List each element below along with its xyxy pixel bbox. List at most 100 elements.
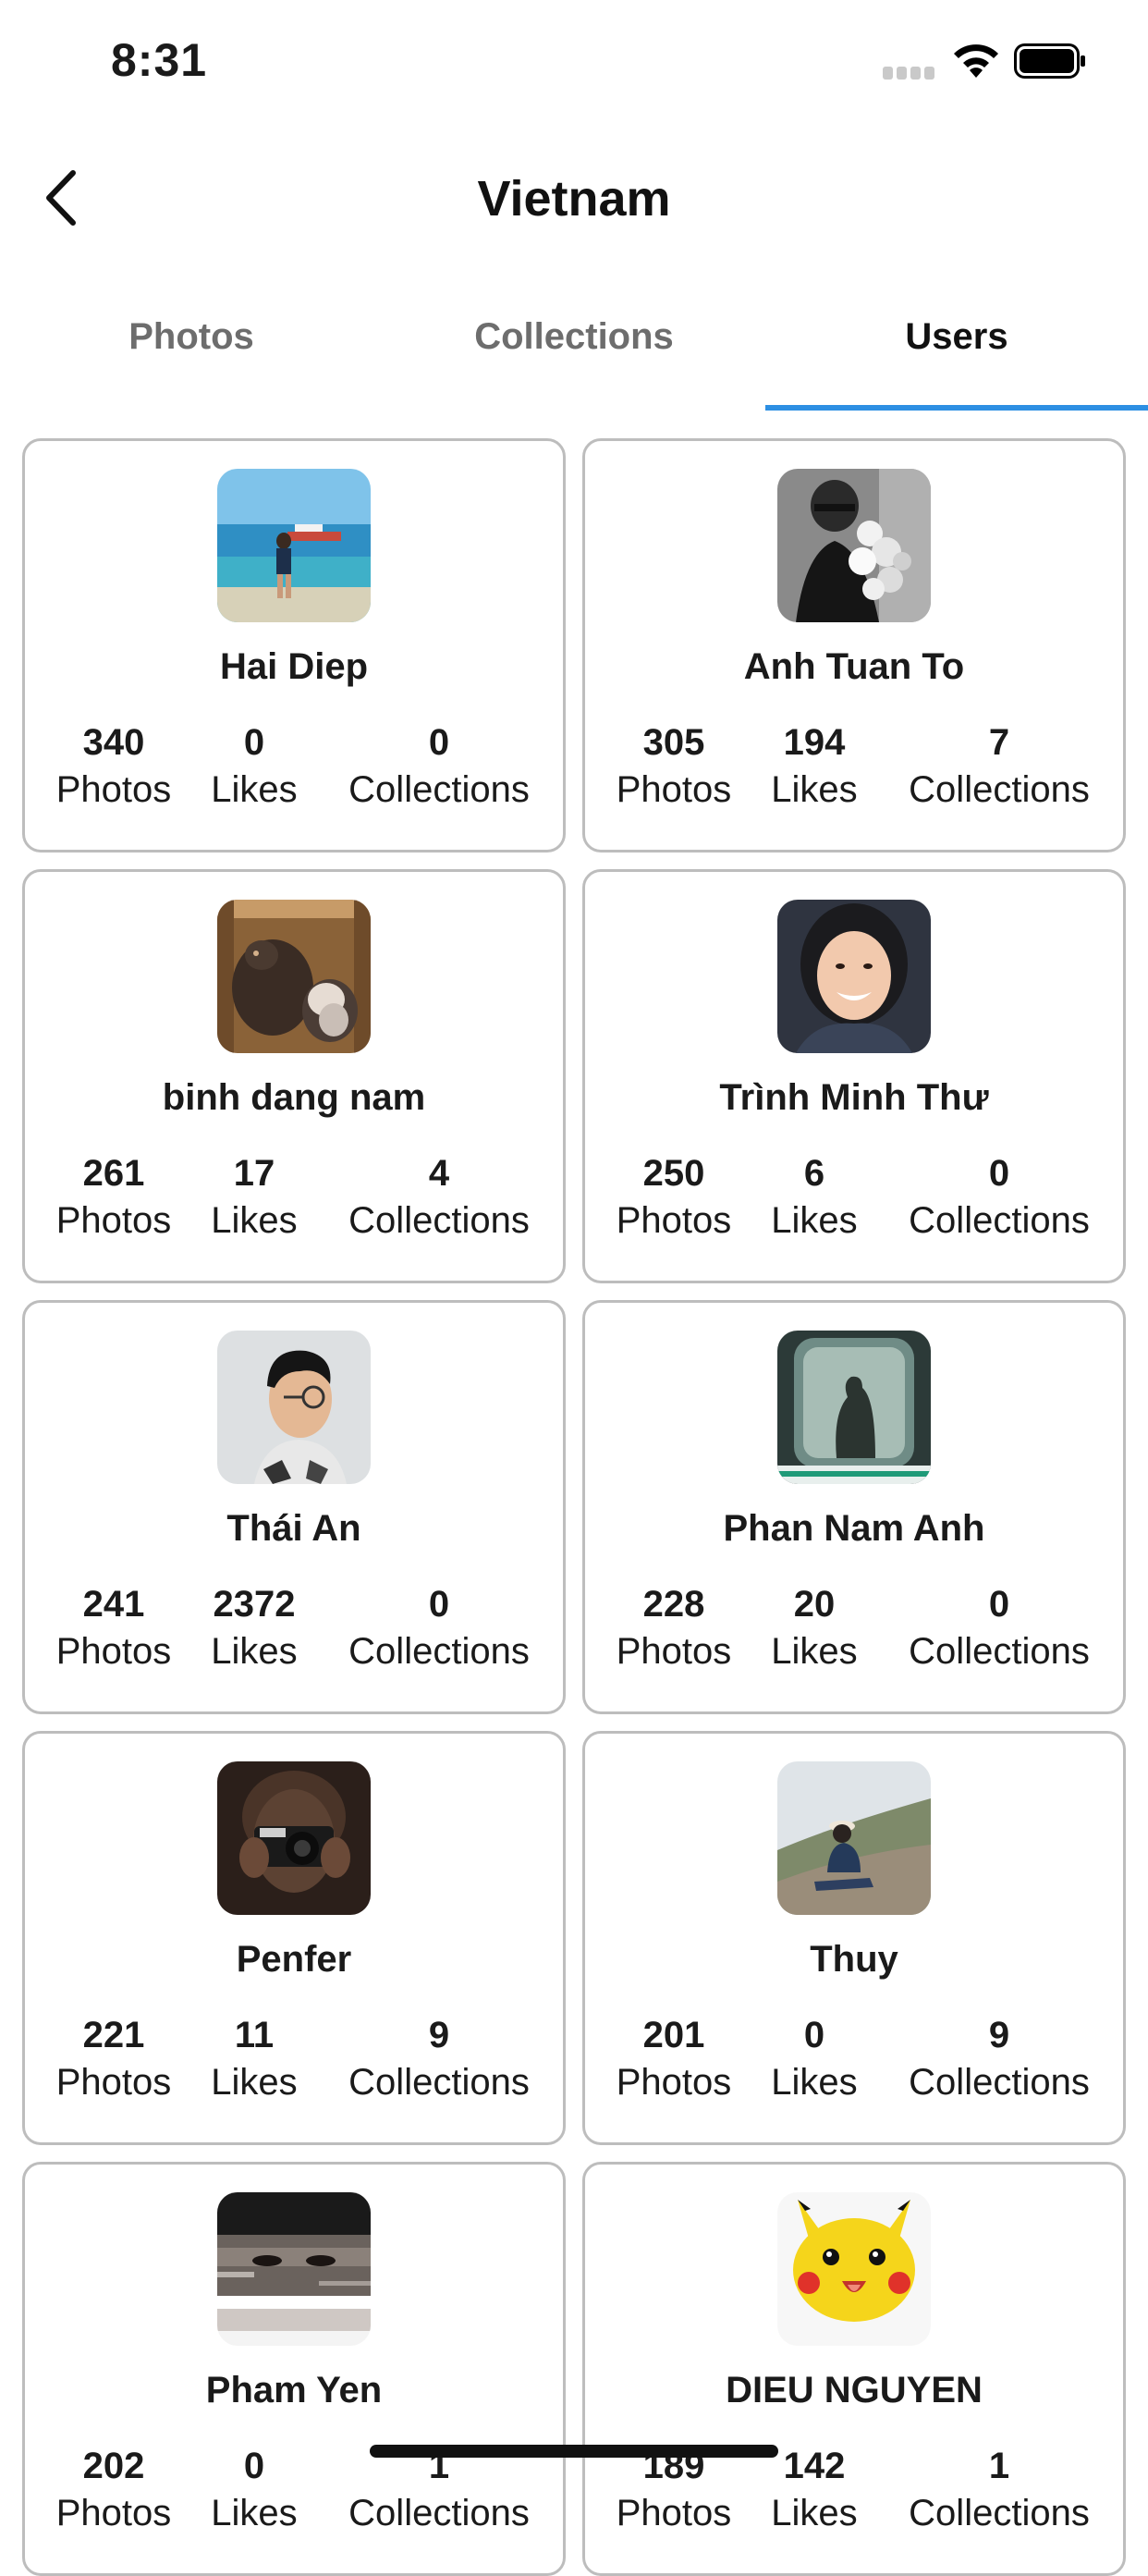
stat-collections: 0 Collections	[881, 1582, 1117, 1676]
photos-count: 340	[82, 722, 145, 763]
user-avatar[interactable]	[777, 2192, 931, 2346]
user-avatar[interactable]	[777, 1331, 931, 1484]
stat-photos: 250 Photos	[600, 1151, 748, 1245]
stat-collections: 1 Collections	[321, 2444, 557, 2538]
stat-photos: 261 Photos	[40, 1151, 188, 1245]
user-card[interactable]: Anh Tuan To 305 Photos 194 Likes 7 Collections	[582, 438, 1126, 853]
collections-label: Collections	[348, 1200, 530, 1241]
user-avatar[interactable]	[217, 900, 371, 1053]
active-tab-indicator	[765, 405, 1148, 411]
likes-label: Likes	[771, 2062, 858, 2103]
stat-photos: 305 Photos	[600, 720, 748, 815]
likes-count: 0	[243, 2446, 265, 2486]
user-name: Anh Tuan To	[743, 646, 965, 687]
collections-count: 9	[988, 2015, 1010, 2055]
likes-count: 11	[234, 2015, 275, 2055]
stat-photos: 228 Photos	[600, 1582, 748, 1676]
user-name: binh dang nam	[162, 1077, 426, 1118]
user-name: Trình Minh Thư	[719, 1077, 989, 1118]
cellular-signal-icon	[883, 67, 936, 80]
photos-count: 241	[82, 1584, 145, 1625]
battery-icon	[1014, 43, 1085, 79]
collections-label: Collections	[909, 2493, 1090, 2533]
stat-photos: 189 Photos	[600, 2444, 748, 2538]
stat-likes: 20 Likes	[750, 1582, 879, 1676]
stat-photos: 340 Photos	[40, 720, 188, 815]
collections-label: Collections	[909, 769, 1090, 810]
stat-likes: 2372 Likes	[189, 1582, 319, 1676]
photos-count: 202	[82, 2446, 145, 2486]
photos-label: Photos	[55, 2062, 172, 2103]
photos-label: Photos	[616, 2493, 732, 2533]
status-bar: 8:31	[0, 0, 1148, 129]
stat-collections: 9 Collections	[321, 2013, 557, 2107]
stat-collections: 1 Collections	[881, 2444, 1117, 2538]
tab-bar: Photos Collections Users	[0, 294, 1148, 411]
user-card[interactable]: Trình Minh Thư 250 Photos 6 Likes 0 Collection…	[582, 869, 1126, 1283]
nav-bar: Vietnam	[0, 148, 1148, 250]
user-avatar[interactable]	[777, 469, 931, 622]
user-avatar[interactable]	[777, 900, 931, 1053]
photos-label: Photos	[616, 769, 732, 810]
user-name: Hai Diep	[219, 646, 369, 687]
collections-count: 0	[988, 1584, 1010, 1625]
stat-collections: 0 Collections	[321, 720, 557, 815]
user-card[interactable]: Thuy 201 Photos 0 Likes 9 Collections	[582, 1731, 1126, 2145]
user-card[interactable]: Hai Diep 340 Photos 0 Likes 0 Collections	[22, 438, 566, 853]
collections-count: 1	[988, 2446, 1010, 2486]
user-name: Pham Yen	[205, 2370, 383, 2410]
likes-label: Likes	[771, 2493, 858, 2533]
user-card[interactable]: Penfer 221 Photos 11 Likes 9 Collections	[22, 1731, 566, 2145]
stat-collections: 0 Collections	[881, 1151, 1117, 1245]
user-card[interactable]: DIEU NGUYEN 189 Photos 142 Likes 1 Collections	[582, 2162, 1126, 2576]
likes-count: 20	[793, 1584, 836, 1625]
stat-photos: 202 Photos	[40, 2444, 188, 2538]
likes-label: Likes	[771, 1631, 858, 1672]
likes-label: Likes	[211, 2493, 298, 2533]
user-name: Phan Nam Anh	[723, 1508, 985, 1549]
collections-count: 4	[428, 1153, 450, 1194]
user-card[interactable]: Phan Nam Anh 228 Photos 20 Likes 0 Collections	[582, 1300, 1126, 1714]
user-name: Thuy	[810, 1939, 898, 1980]
collections-label: Collections	[348, 2493, 530, 2533]
stat-likes: 0 Likes	[189, 2444, 319, 2538]
photos-label: Photos	[616, 1631, 732, 1672]
user-avatar[interactable]	[217, 1761, 371, 1915]
home-indicator	[370, 2445, 778, 2458]
likes-count: 2372	[213, 1584, 296, 1625]
likes-label: Likes	[211, 2062, 298, 2103]
user-card[interactable]: binh dang nam 261 Photos 17 Likes 4 Collection…	[22, 869, 566, 1283]
user-avatar[interactable]	[217, 2192, 371, 2346]
tab-photos[interactable]: Photos	[0, 294, 383, 411]
user-card[interactable]: Thái An 241 Photos 2372 Likes 0 Collections	[22, 1300, 566, 1714]
stat-photos: 201 Photos	[600, 2013, 748, 2107]
stat-likes: 0 Likes	[189, 720, 319, 815]
stat-collections: 9 Collections	[881, 2013, 1117, 2107]
photos-label: Photos	[616, 1200, 732, 1241]
likes-count: 0	[243, 722, 265, 763]
likes-label: Likes	[211, 769, 298, 810]
user-avatar[interactable]	[777, 1761, 931, 1915]
likes-label: Likes	[771, 1200, 858, 1241]
user-card[interactable]: Pham Yen 202 Photos 0 Likes 1 Collections	[22, 2162, 566, 2576]
photos-label: Photos	[55, 769, 172, 810]
stat-likes: 11 Likes	[189, 2013, 319, 2107]
photos-count: 305	[642, 722, 705, 763]
stat-collections: 7 Collections	[881, 720, 1117, 815]
tab-users[interactable]: Users	[765, 294, 1148, 411]
likes-count: 0	[803, 2015, 825, 2055]
photos-count: 201	[642, 2015, 705, 2055]
status-time: 8:31	[111, 34, 208, 86]
collections-label: Collections	[348, 1631, 530, 1672]
collections-count: 0	[428, 1584, 450, 1625]
user-avatar[interactable]	[217, 469, 371, 622]
stat-collections: 0 Collections	[321, 1582, 557, 1676]
stat-likes: 194 Likes	[750, 720, 879, 815]
page-title: Vietnam	[477, 171, 671, 227]
stat-likes: 17 Likes	[189, 1151, 319, 1245]
tab-collections[interactable]: Collections	[383, 294, 765, 411]
user-avatar[interactable]	[217, 1331, 371, 1484]
photos-count: 261	[82, 1153, 145, 1194]
collections-label: Collections	[348, 2062, 530, 2103]
photos-count: 250	[642, 1153, 705, 1194]
